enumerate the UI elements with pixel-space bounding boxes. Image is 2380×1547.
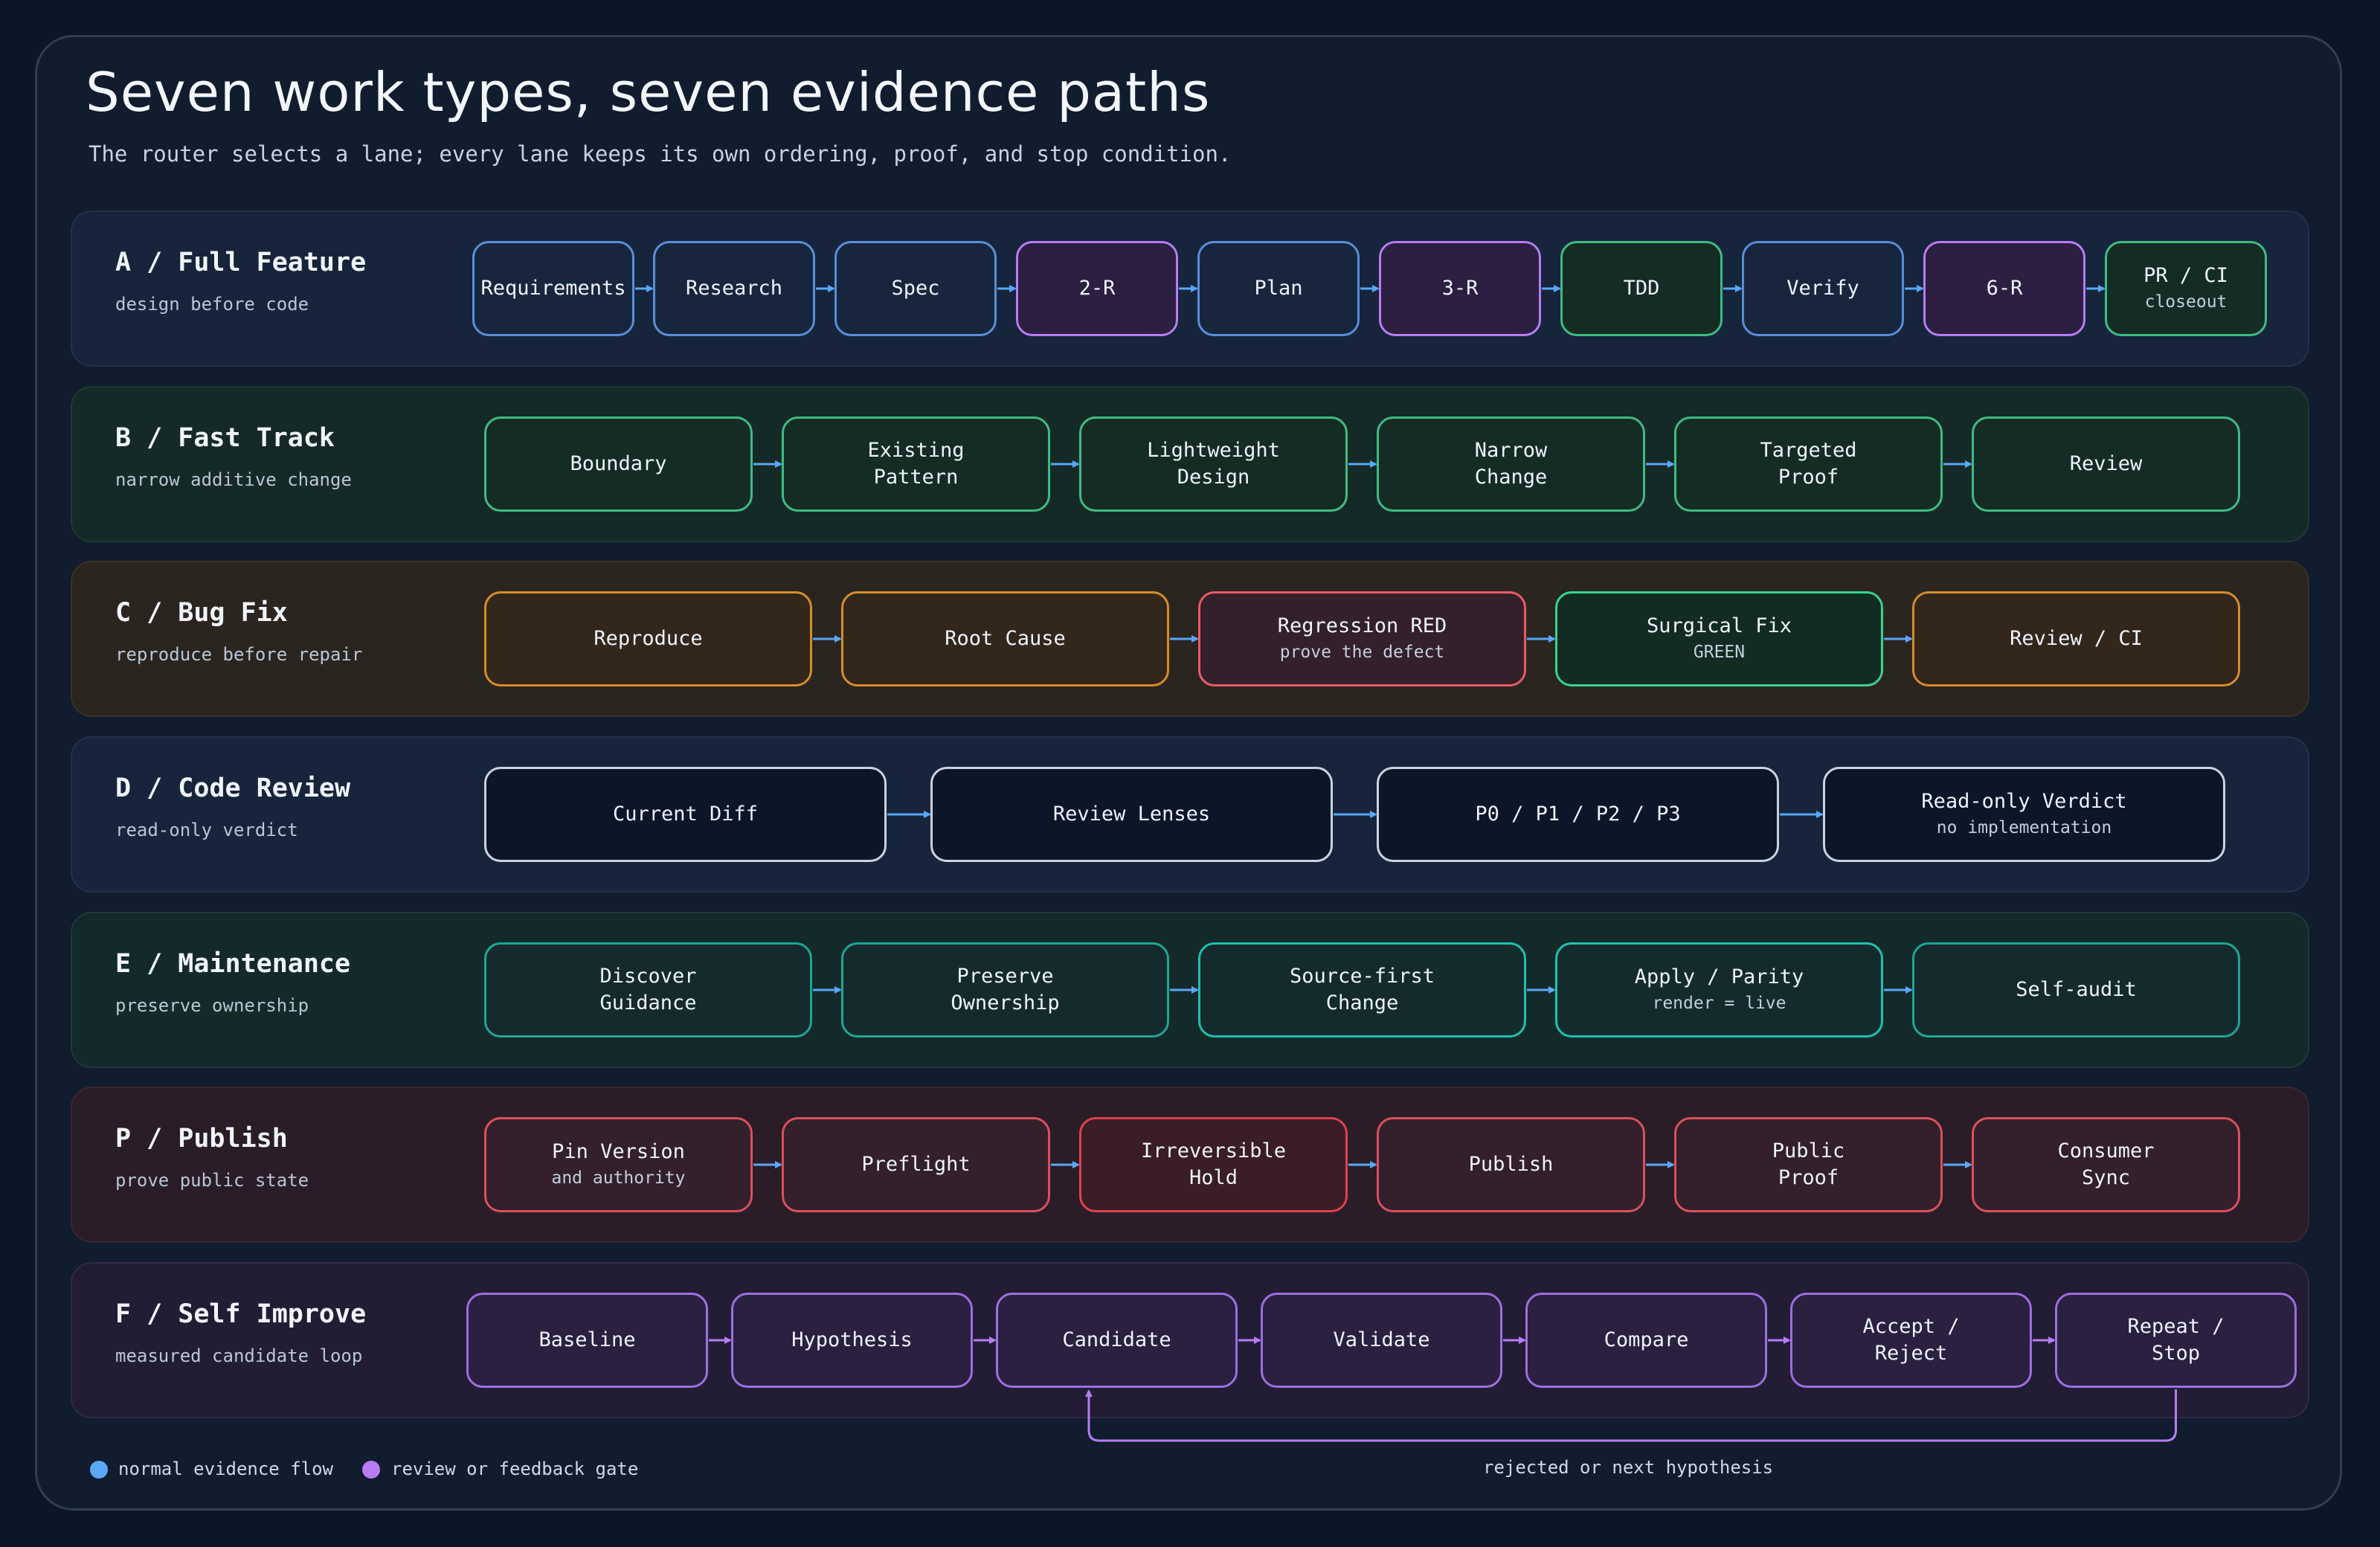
step-review: Review	[1972, 416, 2240, 512]
step-label: Regression RED	[1277, 614, 1447, 637]
step-plan: Plan	[1197, 241, 1360, 336]
step-2-r: 2-R	[1016, 241, 1178, 336]
step-pin-version: Pin Version and authority	[484, 1117, 753, 1212]
step-targeted-proof: Targeted Proof	[1674, 416, 1943, 512]
step-label: Reproduce	[594, 627, 703, 650]
step-discover-guidance: Discover Guidance	[484, 942, 812, 1038]
step-label: Pin Version	[552, 1140, 685, 1163]
step-label: Irreversible Hold	[1140, 1139, 1287, 1189]
feedback-loop-label: rejected or next hypothesis	[1483, 1457, 1774, 1478]
step-label: Narrow Change	[1474, 439, 1548, 489]
step-label: Self-audit	[2016, 978, 2137, 1001]
step-sublabel: GREEN	[1693, 643, 1746, 662]
step-label: Targeted Proof	[1760, 439, 1857, 489]
step-label: Candidate	[1062, 1328, 1171, 1351]
step-repeat-stop: Repeat / Stop	[2055, 1293, 2297, 1388]
step-label: Root Cause	[945, 627, 1066, 650]
step-label: Compare	[1604, 1328, 1689, 1351]
step-root-cause: Root Cause	[841, 591, 1169, 686]
step-label: 6-R	[1986, 277, 2023, 300]
step-public-proof: Public Proof	[1674, 1117, 1943, 1212]
step-compare: Compare	[1525, 1293, 1767, 1388]
step-label: Plan	[1254, 277, 1303, 300]
step-review-ci: Review / CI	[1912, 591, 2240, 686]
step-3-r: 3-R	[1379, 241, 1541, 336]
step-label: 2-R	[1078, 277, 1116, 300]
step-baseline: Baseline	[466, 1293, 708, 1388]
step-label: Current Diff	[612, 803, 759, 826]
step-label: Surgical Fix	[1646, 614, 1792, 637]
step-label: Consumer Sync	[2057, 1139, 2155, 1189]
step-reproduce: Reproduce	[484, 591, 812, 686]
step-label: Verify	[1786, 277, 1859, 300]
step-label: Review	[2069, 452, 2143, 475]
step-source-first-change: Source-first Change	[1198, 942, 1526, 1038]
step-label: Read-only Verdict	[1921, 790, 2127, 813]
step-label: Lightweight Design	[1147, 439, 1280, 489]
step-label: Requirements	[480, 277, 626, 300]
step-sublabel: render = live	[1652, 994, 1786, 1013]
gate-legend-dot	[362, 1461, 380, 1479]
flow-legend-dot	[90, 1461, 108, 1479]
step-label: Preserve Ownership	[951, 965, 1060, 1014]
step-label: 3-R	[1441, 277, 1479, 300]
step-label: Review / CI	[2010, 627, 2143, 650]
step-boundary: Boundary	[484, 416, 753, 512]
step-label: Source-first Change	[1289, 965, 1435, 1014]
step-6-r: 6-R	[1923, 241, 2085, 336]
step-existing-pattern: Existing Pattern	[782, 416, 1050, 512]
step-verify: Verify	[1742, 241, 1904, 336]
step-self-audit: Self-audit	[1912, 942, 2240, 1038]
step-pr-ci: PR / CI closeout	[2105, 241, 2267, 336]
step-label: Discover Guidance	[599, 965, 697, 1014]
step-label: Hypothesis	[791, 1328, 913, 1351]
step-lightweight-design: Lightweight Design	[1079, 416, 1348, 512]
step-label: Accept / Reject	[1862, 1315, 1960, 1365]
step-label: P0 / P1 / P2 / P3	[1475, 803, 1681, 826]
step-spec: Spec	[834, 241, 997, 336]
step-narrow-change: Narrow Change	[1377, 416, 1645, 512]
step-label: Apply / Parity	[1634, 965, 1804, 988]
step-label: Existing Pattern	[867, 439, 965, 489]
step-current-diff: Current Diff	[484, 767, 887, 862]
step-hypothesis: Hypothesis	[731, 1293, 973, 1388]
step-sublabel: closeout	[2144, 292, 2228, 312]
step-label: Review Lenses	[1052, 803, 1211, 826]
feedback-loop-arrow	[1085, 1389, 2177, 1442]
step-label: Preflight	[861, 1153, 971, 1176]
step-label: Publish	[1468, 1153, 1554, 1176]
step-read-only-verdict: Read-only Verdict no implementation	[1823, 767, 2225, 862]
step-surgical-fix: Surgical Fix GREEN	[1555, 591, 1883, 686]
step-research: Research	[653, 241, 815, 336]
step-label: TDD	[1623, 277, 1660, 300]
step-irreversible-hold: Irreversible Hold	[1079, 1117, 1348, 1212]
step-label: Repeat / Stop	[2127, 1315, 2225, 1365]
step-regression-red: Regression RED prove the defect	[1198, 591, 1526, 686]
step-review-lenses: Review Lenses	[930, 767, 1333, 862]
step-label: Boundary	[570, 452, 667, 475]
step-apply-parity: Apply / Parity render = live	[1555, 942, 1883, 1038]
step-label: PR / CI	[2143, 264, 2228, 287]
step-label: Baseline	[538, 1328, 636, 1351]
step-requirements: Requirements	[472, 241, 634, 336]
step-label: Spec	[891, 277, 940, 300]
step-publish: Publish	[1377, 1117, 1645, 1212]
step-tdd: TDD	[1560, 241, 1723, 336]
step-preflight: Preflight	[782, 1117, 1050, 1212]
step-label: Validate	[1333, 1328, 1430, 1351]
gate-legend-label: review or feedback gate	[391, 1458, 639, 1479]
step-sublabel: prove the defect	[1279, 643, 1445, 662]
flow-legend-label: normal evidence flow	[118, 1458, 333, 1479]
step-preserve-ownership: Preserve Ownership	[841, 942, 1169, 1038]
step-validate: Validate	[1261, 1293, 1502, 1388]
step-sublabel: no implementation	[1936, 818, 2112, 837]
step-consumer-sync: Consumer Sync	[1972, 1117, 2240, 1212]
step-accept-reject: Accept / Reject	[1790, 1293, 2032, 1388]
step-candidate: Candidate	[996, 1293, 1238, 1388]
step-sublabel: and authority	[551, 1168, 686, 1188]
step-p0-p1-p2-p3: P0 / P1 / P2 / P3	[1377, 767, 1779, 862]
step-label: Research	[685, 277, 783, 300]
step-label: Public Proof	[1772, 1139, 1845, 1189]
